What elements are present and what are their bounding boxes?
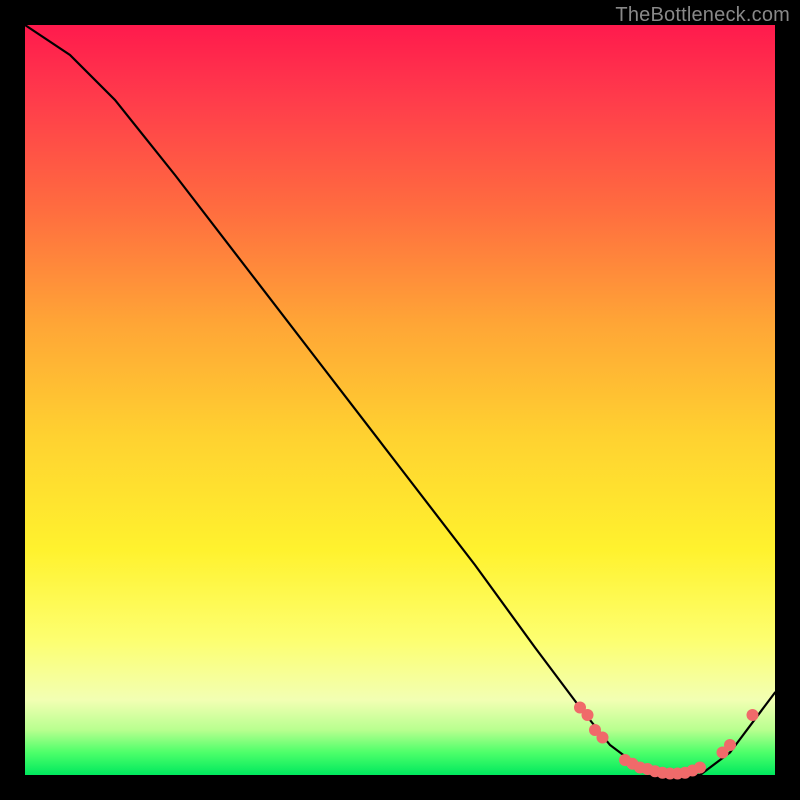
plot-area — [25, 25, 775, 775]
marker-dot — [597, 732, 609, 744]
marker-dot — [582, 709, 594, 721]
curve-layer — [25, 25, 775, 775]
chart-frame: TheBottleneck.com — [0, 0, 800, 800]
watermark-text: TheBottleneck.com — [615, 4, 790, 27]
bottleneck-curve — [25, 25, 775, 775]
highlight-dots — [574, 702, 759, 780]
marker-dot — [724, 739, 736, 751]
marker-dot — [694, 762, 706, 774]
marker-dot — [747, 709, 759, 721]
